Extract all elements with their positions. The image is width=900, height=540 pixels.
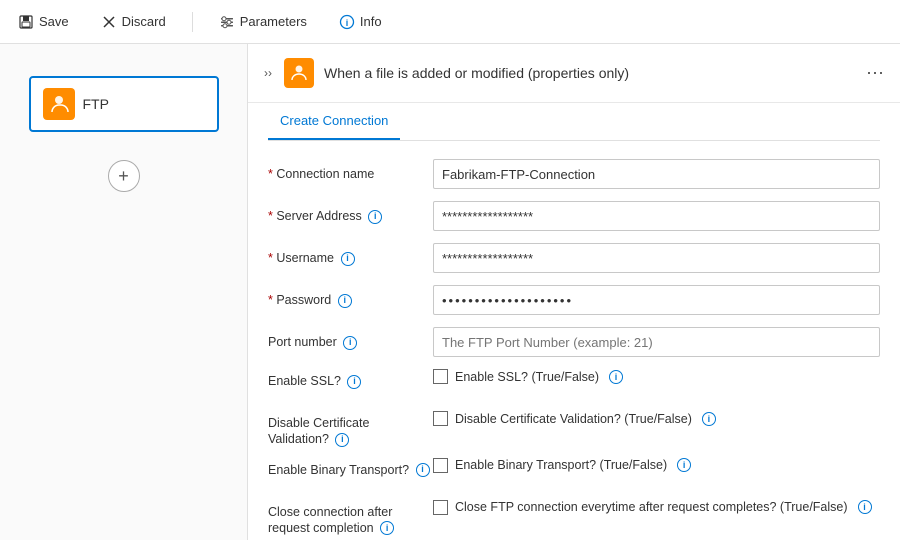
sidebar: FTP + — [0, 44, 248, 540]
disable-cert-cb-info-icon[interactable]: i — [702, 412, 716, 426]
ftp-icon — [48, 93, 70, 115]
connection-name-input[interactable] — [433, 159, 880, 189]
connection-panel: Create Connection * Connection name * Se… — [248, 103, 900, 540]
disable-cert-info-icon[interactable]: i — [335, 433, 349, 447]
save-button[interactable]: Save — [12, 10, 75, 34]
password-info-icon[interactable]: i — [338, 294, 352, 308]
close-conn-cb-info-icon[interactable]: i — [858, 500, 872, 514]
port-number-label: Port number i — [268, 327, 433, 350]
trigger-icon-box — [284, 58, 314, 88]
enable-ssl-info-icon[interactable]: i — [347, 375, 361, 389]
server-address-row: * Server Address i — [268, 201, 880, 233]
close-conn-label: Close connection after request completio… — [268, 500, 433, 537]
enable-ssl-cb-info-icon[interactable]: i — [609, 370, 623, 384]
password-control — [433, 285, 880, 315]
username-info-icon[interactable]: i — [341, 252, 355, 266]
discard-label: Discard — [122, 14, 166, 29]
trigger-icon — [289, 63, 309, 83]
toolbar: Save Discard Parameters i Info — [0, 0, 900, 44]
connection-name-label: * Connection name — [268, 159, 433, 182]
chevron-icon: ›› — [264, 66, 272, 80]
info-icon: i — [339, 14, 355, 30]
enable-binary-label: Enable Binary Transport? i — [268, 458, 433, 478]
trigger-header: ›› When a file is added or modified (pro… — [248, 44, 900, 103]
ftp-label: FTP — [83, 96, 109, 112]
disable-cert-row: Disable Certificate Validation? i Disabl… — [268, 411, 880, 448]
username-input[interactable] — [433, 243, 880, 273]
parameters-icon — [219, 14, 235, 30]
close-conn-control: Close FTP connection everytime after req… — [433, 500, 880, 515]
enable-binary-checkbox[interactable] — [433, 458, 448, 473]
close-conn-row: Close connection after request completio… — [268, 500, 880, 537]
discard-icon — [101, 14, 117, 30]
save-label: Save — [39, 14, 69, 29]
parameters-label: Parameters — [240, 14, 307, 29]
discard-button[interactable]: Discard — [95, 10, 172, 34]
svg-text:i: i — [346, 18, 349, 28]
enable-ssl-checkbox-label: Enable SSL? (True/False) — [455, 370, 599, 384]
disable-cert-label: Disable Certificate Validation? i — [268, 411, 433, 448]
disable-cert-control: Disable Certificate Validation? (True/Fa… — [433, 411, 880, 426]
add-step-button[interactable]: + — [108, 160, 140, 192]
server-address-input[interactable] — [433, 201, 880, 231]
tab-create-connection[interactable]: Create Connection — [268, 103, 400, 140]
toolbar-divider — [192, 12, 193, 32]
enable-binary-control: Enable Binary Transport? (True/False) i — [433, 458, 880, 473]
enable-ssl-control: Enable SSL? (True/False) i — [433, 369, 880, 384]
close-conn-checkbox-label: Close FTP connection everytime after req… — [455, 500, 848, 514]
info-button[interactable]: i Info — [333, 10, 388, 34]
trigger-title: When a file is added or modified (proper… — [324, 65, 856, 81]
info-label: Info — [360, 14, 382, 29]
port-number-input[interactable] — [433, 327, 880, 357]
ftp-card[interactable]: FTP — [29, 76, 219, 132]
tab-bar: Create Connection — [268, 103, 880, 141]
close-conn-checkbox[interactable] — [433, 500, 448, 515]
enable-binary-checkbox-label: Enable Binary Transport? (True/False) — [455, 458, 667, 472]
password-row: * Password i — [268, 285, 880, 317]
disable-cert-checkbox-label: Disable Certificate Validation? (True/Fa… — [455, 412, 692, 426]
enable-binary-info-icon[interactable]: i — [416, 463, 430, 477]
username-label: * Username i — [268, 243, 433, 266]
enable-ssl-row: Enable SSL? i Enable SSL? (True/False) i — [268, 369, 880, 401]
enable-binary-cb-info-icon[interactable]: i — [677, 458, 691, 472]
port-number-control — [433, 327, 880, 357]
disable-cert-checkbox[interactable] — [433, 411, 448, 426]
connection-name-control — [433, 159, 880, 189]
server-address-label: * Server Address i — [268, 201, 433, 224]
password-input[interactable] — [433, 285, 880, 315]
content-area: ›› When a file is added or modified (pro… — [248, 44, 900, 540]
more-options-icon[interactable]: ⋯ — [866, 63, 884, 84]
server-address-info-icon[interactable]: i — [368, 210, 382, 224]
password-label: * Password i — [268, 285, 433, 308]
ftp-icon-box — [43, 88, 75, 120]
parameters-button[interactable]: Parameters — [213, 10, 313, 34]
port-number-info-icon[interactable]: i — [343, 336, 357, 350]
enable-ssl-label: Enable SSL? i — [268, 369, 433, 389]
add-step-icon: + — [118, 166, 129, 187]
main-layout: FTP + ›› When a file is added or modifie… — [0, 44, 900, 540]
enable-ssl-checkbox[interactable] — [433, 369, 448, 384]
username-control — [433, 243, 880, 273]
server-address-control — [433, 201, 880, 231]
connection-name-row: * Connection name — [268, 159, 880, 191]
save-icon — [18, 14, 34, 30]
enable-binary-row: Enable Binary Transport? i Enable Binary… — [268, 458, 880, 490]
port-number-row: Port number i — [268, 327, 880, 359]
username-row: * Username i — [268, 243, 880, 275]
close-conn-info-icon[interactable]: i — [380, 521, 394, 535]
